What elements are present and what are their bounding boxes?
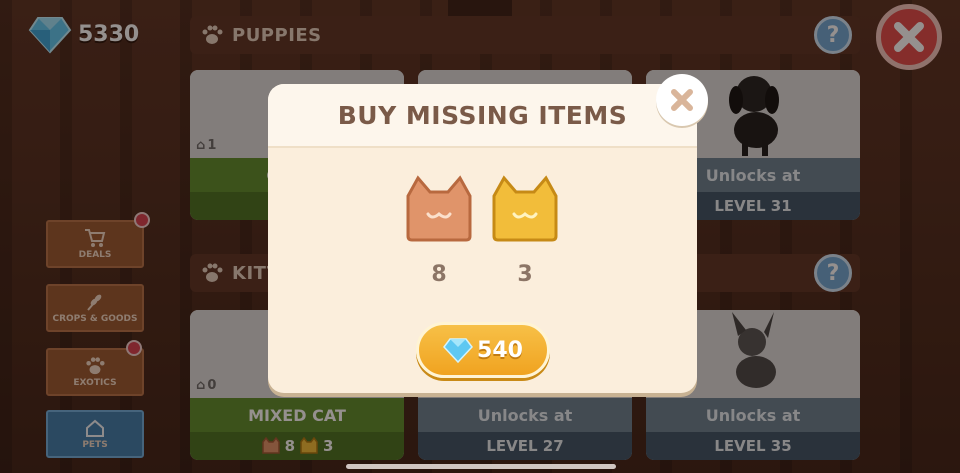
diamond-icon (443, 338, 474, 364)
buy-with-gems-button[interactable]: 540 (416, 322, 550, 378)
item-quantity: 3 (517, 262, 533, 287)
item-quantity: 8 (431, 262, 447, 287)
dialog-close-button[interactable] (656, 74, 708, 126)
missing-item-bronze: 8 (402, 174, 476, 287)
bronze-cat-token-icon (406, 175, 472, 242)
missing-item-gold: 3 (488, 174, 562, 287)
dialog-header: BUY MISSING ITEMS (268, 84, 697, 148)
close-icon (671, 89, 693, 111)
gold-cat-token-icon (492, 175, 558, 242)
home-indicator[interactable] (346, 464, 616, 469)
buy-price: 540 (477, 337, 523, 363)
dialog-title: BUY MISSING ITEMS (337, 100, 628, 130)
